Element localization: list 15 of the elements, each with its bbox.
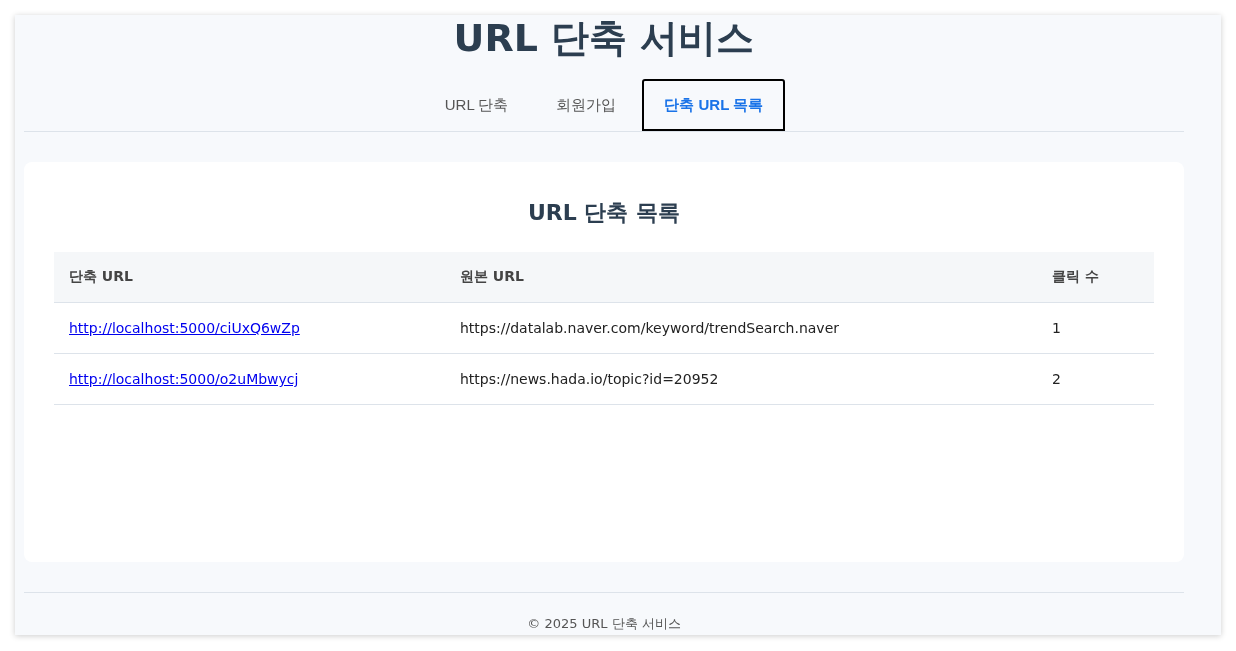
column-header: 단축 URL [54, 252, 445, 303]
page-title: URL 단축 서비스 [453, 15, 755, 61]
short-url-link[interactable]: http://localhost:5000/o2uMbwycj [69, 371, 299, 387]
footer-text: © 2025 URL 단축 서비스 [526, 615, 682, 633]
column-header: 원본 URL [445, 252, 1037, 303]
table-cell: https://news.hada.io/topic?id=20952 [445, 353, 1037, 405]
section-title: URL 단축 목록 [526, 199, 682, 227]
nav-tab[interactable]: 단축 URL 목록 [642, 79, 786, 131]
column-header: 클릭 수 [1037, 252, 1154, 303]
nav-tab[interactable]: 회원가입 [534, 79, 639, 131]
short-url-link[interactable]: http://localhost:5000/ciUxQ6wZp [69, 320, 300, 336]
table-cell: https://datalab.naver.com/keyword/trendSearch.naver [445, 302, 1037, 354]
table-cell: 1 [1037, 302, 1154, 354]
table-cell: 2 [1037, 353, 1154, 405]
nav-tab[interactable]: URL 단축 [422, 79, 531, 131]
